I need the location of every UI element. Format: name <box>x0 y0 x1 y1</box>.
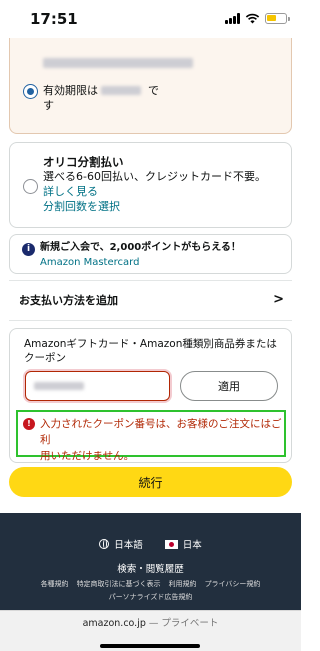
select-installments-link[interactable]: 分割回数を選択 <box>43 200 120 214</box>
home-indicator[interactable] <box>100 644 200 648</box>
promo-text: 新規ご入会で、2,000ポイントがもらえる！ <box>40 242 241 253</box>
coupon-title-line2: クーポン <box>24 352 66 364</box>
footer-link[interactable]: プライバシー規約 <box>205 579 261 589</box>
language-selector[interactable]: 日本語 <box>99 537 143 551</box>
checkout-page: 有効期限は で す オリコ分割払い 選べる6-60回払い、クレジットカード不要。… <box>0 38 301 513</box>
status-bar: 17:51 <box>0 0 301 38</box>
masked-card-name <box>43 58 193 68</box>
coupon-code-input[interactable] <box>25 371 170 401</box>
divider <box>9 280 292 281</box>
orico-description: 選べる6-60回払い、クレジットカード不要。 <box>43 170 266 183</box>
status-icons <box>225 13 290 24</box>
add-payment-method-row[interactable]: お支払い方法を追加 > <box>9 285 292 315</box>
orico-payment-card[interactable]: オリコ分割払い 選べる6-60回払い、クレジットカード不要。 詳しく見る 分割回… <box>9 142 292 228</box>
error-text: 入力されたクーポン番号は、お客様のご注文にはご利 用いただけません。 <box>40 416 284 464</box>
expiry-suffix-2: す <box>43 99 54 112</box>
orico-title: オリコ分割払い <box>43 155 124 169</box>
personalized-ads-link[interactable]: パーソナライズド広告規約 <box>0 592 301 602</box>
status-time: 17:51 <box>30 10 78 28</box>
browser-address-bar[interactable]: amazon.co.jp — プライベート <box>0 610 301 651</box>
domain-text: amazon.co.jp <box>82 618 146 629</box>
chevron-right-icon: > <box>273 292 284 307</box>
learn-more-link[interactable]: 詳しく見る <box>43 185 98 199</box>
coupon-section: Amazonギフトカード・Amazon種類別商品券または クーポン 適用 ! 入… <box>9 328 292 463</box>
info-icon: i <box>22 243 35 256</box>
radio-orico[interactable] <box>23 179 38 194</box>
country-selector[interactable]: 日本 <box>164 537 202 551</box>
private-mode-label: — プライベート <box>145 618 219 629</box>
footer-link[interactable]: 特定商取引法に基づく表示 <box>77 579 161 589</box>
error-text-line1: 入力されたクーポン番号は、お客様のご注文にはご利 <box>40 418 282 446</box>
radio-selected[interactable] <box>23 84 38 99</box>
footer-link[interactable]: 各種規約 <box>41 579 69 589</box>
error-icon: ! <box>23 418 35 430</box>
mastercard-promo[interactable]: i 新規ご入会で、2,000ポイントがもらえる！ Amazon Masterca… <box>9 234 292 274</box>
add-payment-method-label: お支払い方法を追加 <box>19 294 118 307</box>
apply-button[interactable]: 適用 <box>180 371 278 401</box>
japan-flag-icon <box>164 540 178 549</box>
masked-coupon-code <box>34 382 84 390</box>
language-row: 日本語 日本 <box>0 537 301 551</box>
coupon-error-message: ! 入力されたクーポン番号は、お客様のご注文にはご利 用いただけません。 <box>16 410 286 462</box>
expiry-suffix: で <box>148 84 159 97</box>
battery-icon <box>265 13 290 24</box>
coupon-title-line1: Amazonギフトカード・Amazon種類別商品券または <box>24 338 277 350</box>
footer: 日本語 日本 検索・閲覧履歴 各種規約 特定商取引法に基づく表示 利用規約 プラ… <box>0 513 301 610</box>
mastercard-link[interactable]: Amazon Mastercard <box>40 256 139 270</box>
url-display[interactable]: amazon.co.jp — プライベート <box>0 615 301 629</box>
error-text-line2: 用いただけません。 <box>40 450 135 462</box>
wifi-icon <box>245 13 260 24</box>
footer-link[interactable]: 利用規約 <box>169 579 197 589</box>
cellular-signal-icon <box>225 13 240 24</box>
expiry-prefix: 有効期限は <box>43 84 98 97</box>
search-history-link[interactable]: 検索・閲覧履歴 <box>0 561 301 575</box>
masked-expiry <box>101 86 141 95</box>
globe-icon <box>99 539 110 549</box>
selected-payment-card[interactable]: 有効期限は で す <box>9 38 292 134</box>
divider <box>9 320 292 321</box>
continue-button[interactable]: 続行 <box>9 467 292 497</box>
footer-links: 各種規約 特定商取引法に基づく表示 利用規約 プライバシー規約 <box>0 579 301 589</box>
